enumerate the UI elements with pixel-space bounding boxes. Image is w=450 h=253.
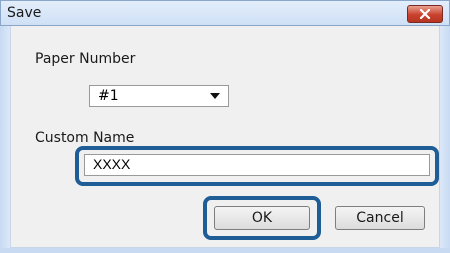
chevron-down-icon — [210, 93, 220, 99]
custom-name-label: Custom Name — [35, 130, 135, 146]
custom-name-input[interactable]: XXXX — [84, 154, 430, 176]
close-button[interactable] — [407, 5, 443, 23]
save-dialog: Save Paper Number #1 Custom Name XXXX OK… — [0, 0, 450, 253]
close-icon — [419, 9, 431, 19]
title-bar: Save — [0, 0, 450, 26]
dialog-body: Paper Number #1 Custom Name XXXX OK Canc… — [10, 26, 440, 248]
ok-button[interactable]: OK — [214, 206, 310, 230]
paper-number-select[interactable]: #1 — [89, 85, 229, 107]
window-frame-left — [0, 26, 10, 253]
paper-number-value: #1 — [98, 88, 119, 104]
cancel-button[interactable]: Cancel — [335, 206, 425, 230]
paper-number-label: Paper Number — [35, 51, 136, 67]
window-frame-bottom — [0, 248, 450, 253]
window-frame-right — [440, 26, 450, 253]
window-title: Save — [7, 5, 42, 21]
